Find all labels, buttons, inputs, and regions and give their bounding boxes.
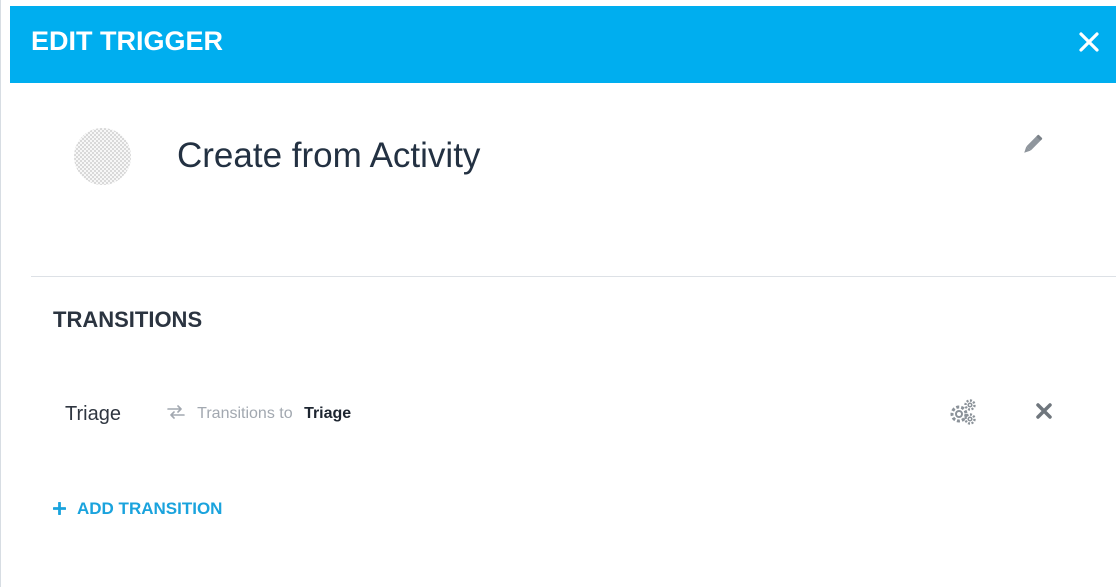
close-button[interactable] — [1072, 25, 1106, 59]
plus-icon — [53, 502, 66, 515]
add-transition-label: ADD TRANSITION — [77, 499, 223, 518]
edit-trigger-dialog: EDIT TRIGGER Create from Activity TRANSI… — [0, 0, 1116, 587]
transition-row: Triage Transitions to Triage — [51, 388, 1071, 440]
transitions-title: TRANSITIONS — [53, 307, 203, 332]
close-icon — [1079, 32, 1099, 52]
transition-destination: Transitions to Triage — [166, 405, 351, 423]
pencil-icon — [1024, 134, 1043, 153]
swap-arrows-icon — [167, 405, 185, 419]
add-transition-button[interactable]: ADD TRANSITION — [53, 499, 222, 519]
delete-x-icon — [1036, 403, 1052, 419]
delete-transition-button[interactable] — [1031, 398, 1057, 424]
transitions-to-label: Transitions to — [197, 405, 293, 422]
edit-trigger-button[interactable] — [1017, 130, 1047, 160]
transition-name: Triage — [65, 403, 121, 425]
transition-settings-button[interactable] — [947, 396, 979, 428]
dialog-title: EDIT TRIGGER — [31, 26, 224, 56]
gears-icon — [950, 399, 976, 425]
section-divider — [31, 276, 1116, 277]
transition-target: Triage — [304, 405, 352, 422]
trigger-name: Create from Activity — [177, 136, 481, 175]
dialog-header: EDIT TRIGGER — [10, 6, 1116, 83]
trigger-avatar — [74, 128, 131, 185]
